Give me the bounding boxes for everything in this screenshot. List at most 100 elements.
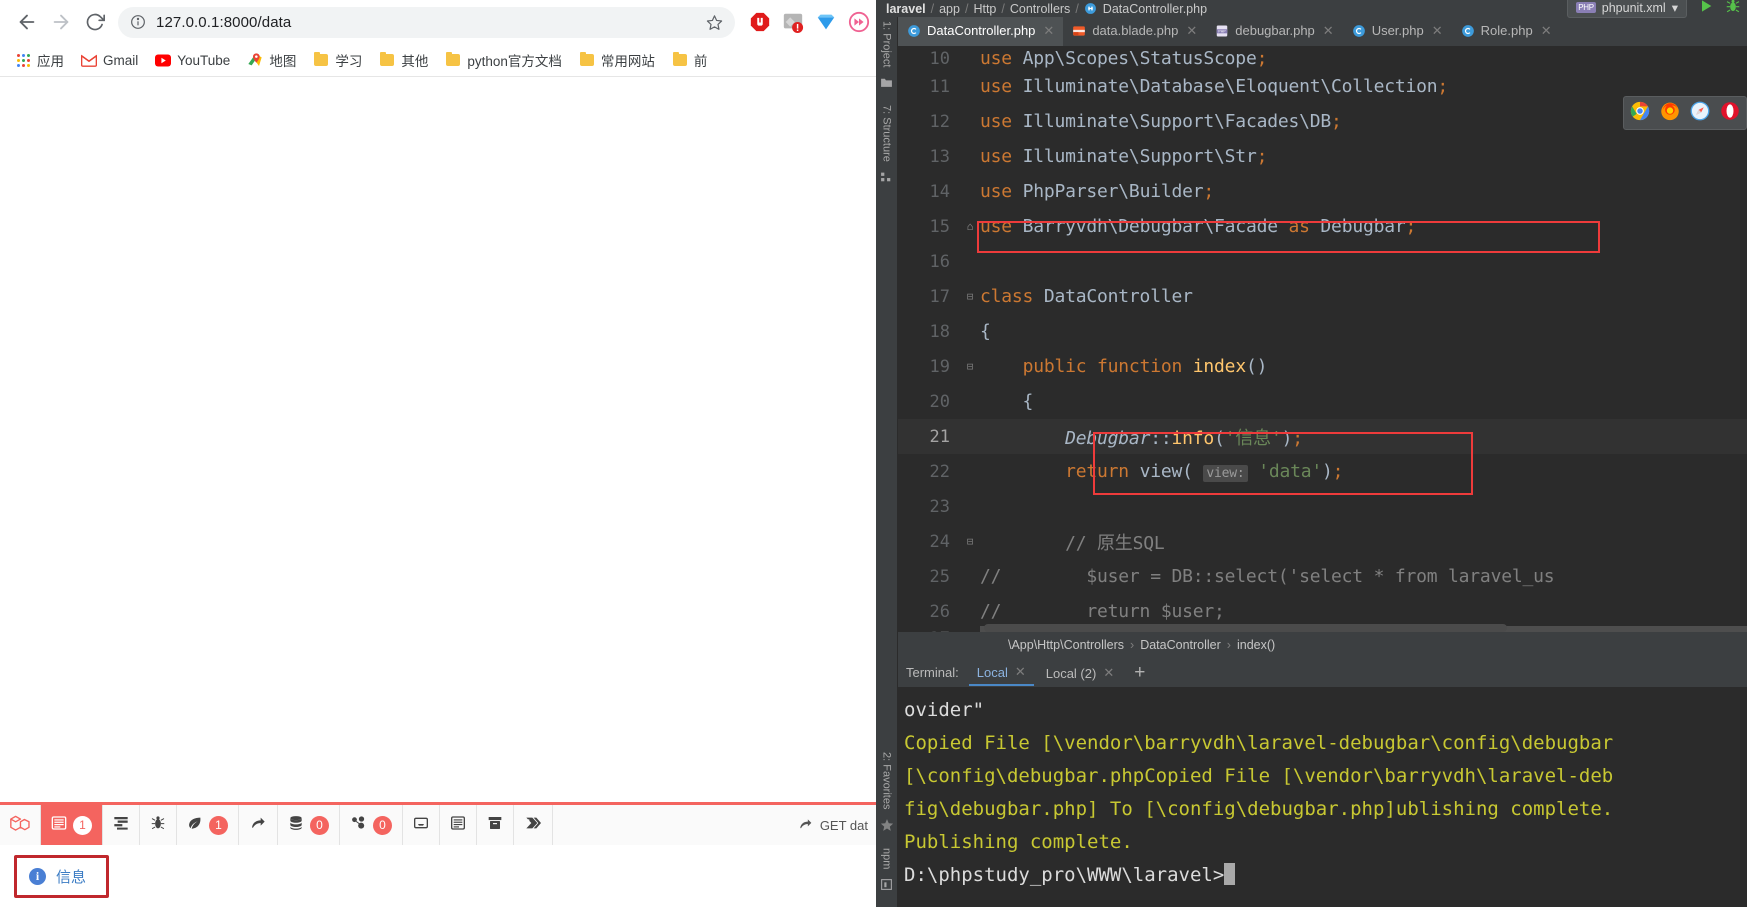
chrome-browser-window: 127.0.0.1:8000/data 应用 Gmail YouTube 地图 …: [0, 0, 880, 907]
terminal-tab-local[interactable]: Local ✕: [968, 659, 1034, 686]
terminal-tab-local-2[interactable]: Local (2) ✕: [1038, 660, 1122, 685]
breadcrumb-item-file[interactable]: DataController.php: [1103, 2, 1207, 16]
add-terminal-tab-button[interactable]: +: [1126, 662, 1153, 684]
code-line[interactable]: 16: [898, 244, 1747, 279]
code-line[interactable]: 24 ⊟ // 原生SQL: [898, 524, 1747, 559]
address-bar-url[interactable]: 127.0.0.1:8000/data: [156, 14, 698, 31]
debugbar-tab-views[interactable]: 1: [177, 805, 239, 845]
bookmark-folder-front[interactable]: 前: [665, 46, 715, 74]
debugbar-tab-mails[interactable]: [403, 805, 440, 845]
code-line[interactable]: 22 return view( view: 'data');: [898, 454, 1747, 489]
screen: 127.0.0.1:8000/data 应用 Gmail YouTube 地图 …: [0, 0, 1747, 907]
breadcrumb-item-app[interactable]: app: [939, 2, 960, 16]
chrome-icon[interactable]: [1630, 101, 1650, 125]
code-line[interactable]: 17 ⊟ class DataController: [898, 279, 1747, 314]
close-icon[interactable]: ✕: [1184, 23, 1197, 39]
breadcrumb-item-project[interactable]: laravel: [886, 2, 926, 16]
code-line[interactable]: 14 use PhpParser\Builder;: [898, 174, 1747, 209]
code-line[interactable]: 18 {: [898, 314, 1747, 349]
close-icon[interactable]: ✕: [1430, 23, 1443, 39]
debugbar-tab-exceptions[interactable]: [140, 805, 177, 845]
opera-icon[interactable]: [1720, 101, 1740, 125]
back-arrow-icon[interactable]: [10, 5, 44, 39]
debugbar-tab-request[interactable]: [440, 805, 477, 845]
debugbar-tab-session[interactable]: [477, 805, 514, 845]
line-number: 21: [929, 426, 950, 447]
debugbar-tab-messages[interactable]: 1: [41, 805, 103, 845]
tool-window-project[interactable]: 1: Project: [881, 17, 893, 71]
close-icon[interactable]: ✕: [1321, 23, 1334, 39]
breadcrumb-item-controllers[interactable]: Controllers: [1010, 2, 1070, 16]
bookmark-folder-common-sites[interactable]: 常用网站: [572, 46, 662, 74]
fast-forward-icon[interactable]: [848, 11, 870, 33]
close-icon[interactable]: ✕: [1013, 664, 1026, 680]
run-configuration-selector[interactable]: PHP phpunit.xml ▾: [1567, 0, 1687, 18]
debugbar-tab-models[interactable]: 0: [340, 805, 403, 845]
code-line[interactable]: 13 use Illuminate\Support\Str;: [898, 139, 1747, 174]
editor-tab-user[interactable]: User.php ✕: [1343, 17, 1452, 46]
editor-tab-datacontroller[interactable]: DataController.php ✕: [898, 17, 1064, 46]
run-icon[interactable]: [1698, 0, 1714, 17]
close-icon[interactable]: ✕: [1041, 23, 1054, 39]
tool-window-npm[interactable]: npm: [881, 844, 893, 873]
fold-gutter[interactable]: ⊟: [960, 290, 980, 303]
info-circle-icon[interactable]: [130, 14, 146, 30]
firefox-icon[interactable]: [1660, 101, 1680, 125]
fold-gutter[interactable]: ⊟: [960, 535, 980, 548]
debugbar-request-info[interactable]: GET dat: [553, 805, 880, 845]
tool-window-favorites[interactable]: 2: Favorites: [881, 748, 893, 813]
adblock-icon[interactable]: [749, 11, 771, 33]
code-line[interactable]: 12 use Illuminate\Support\Facades\DB;: [898, 104, 1747, 139]
code-line[interactable]: 20 {: [898, 384, 1747, 419]
laravel-logo-icon[interactable]: [0, 805, 41, 845]
close-icon[interactable]: ✕: [1539, 23, 1552, 39]
editor-horizontal-scrollbar[interactable]: [984, 624, 1507, 632]
code-line[interactable]: 23: [898, 489, 1747, 524]
code-line-current[interactable]: 21 Debugbar::info('信息');: [898, 419, 1747, 454]
bookmark-gmail[interactable]: Gmail: [74, 48, 145, 72]
editor-tab-data-blade[interactable]: data.blade.php ✕: [1063, 17, 1206, 46]
reload-arrow-icon[interactable]: [78, 5, 112, 39]
navbar-item-method[interactable]: index(): [1237, 638, 1275, 652]
debugbar-messages-panel: i 信息: [0, 845, 880, 907]
diamond-icon[interactable]: [815, 11, 837, 33]
bookmark-maps[interactable]: 地图: [240, 46, 303, 74]
bookmark-label: 常用网站: [600, 54, 655, 69]
extension-warning-icon[interactable]: [782, 11, 804, 33]
debugbar-tab-gate[interactable]: [514, 805, 553, 845]
debugbar-toolbar: 1 1 0 0 GET dat: [0, 805, 880, 845]
code-line[interactable]: 19 ⊟ public function index(): [898, 349, 1747, 384]
arrow-turn-icon: [798, 817, 813, 834]
chevron-down-icon[interactable]: ▾: [1672, 0, 1678, 15]
code-editor[interactable]: 10 use App\Scopes\StatusScope; 11 use Il…: [898, 47, 1747, 632]
debugbar-tab-route[interactable]: [239, 805, 278, 845]
fold-gutter[interactable]: ⊟: [960, 360, 980, 373]
code-line[interactable]: 15 ⌂ use Barryvdh\Debugbar\Facade as Deb…: [898, 209, 1747, 244]
tool-window-structure[interactable]: 7: Structure: [881, 101, 893, 166]
close-icon[interactable]: ✕: [1101, 665, 1114, 681]
debugbar-tab-timeline[interactable]: [103, 805, 140, 845]
breadcrumb-item-http[interactable]: Http: [973, 2, 996, 16]
bookmark-apps[interactable]: 应用: [8, 46, 71, 74]
bookmark-folder-study[interactable]: 学习: [306, 46, 369, 74]
code-line[interactable]: 10 use App\Scopes\StatusScope;: [898, 47, 1747, 69]
safari-icon[interactable]: [1690, 101, 1710, 125]
editor-tab-debugbar[interactable]: PHP debugbar.php ✕: [1206, 17, 1342, 46]
bookmark-folder-other[interactable]: 其他: [372, 46, 435, 74]
fold-gutter[interactable]: ⌂: [960, 220, 980, 233]
bookmarks-bar: 应用 Gmail YouTube 地图 学习 其他 python官方文档 常用网…: [0, 44, 880, 77]
debug-icon[interactable]: [1725, 0, 1741, 17]
terminal-output[interactable]: ovider" Copied File [\vendor\barryvdh\la…: [898, 688, 1747, 907]
bookmark-youtube[interactable]: YouTube: [148, 48, 237, 72]
code-line[interactable]: 25 // $user = DB::select('select * from …: [898, 559, 1747, 594]
code-line[interactable]: 11 use Illuminate\Database\Eloquent\Coll…: [898, 69, 1747, 104]
star-icon[interactable]: [706, 14, 723, 31]
debugbar-tab-queries[interactable]: 0: [278, 805, 340, 845]
editor-tab-role[interactable]: Role.php ✕: [1452, 17, 1561, 46]
bookmark-folder-python-docs[interactable]: python官方文档: [438, 46, 569, 74]
omnibox[interactable]: 127.0.0.1:8000/data: [118, 6, 735, 38]
terminal-line: fig\debugbar.php] To [\config\debugbar.p…: [904, 798, 1614, 820]
forward-arrow-icon[interactable]: [44, 5, 78, 39]
navbar-item-namespace[interactable]: \App\Http\Controllers: [1008, 638, 1124, 652]
navbar-item-class[interactable]: DataController: [1140, 638, 1221, 652]
